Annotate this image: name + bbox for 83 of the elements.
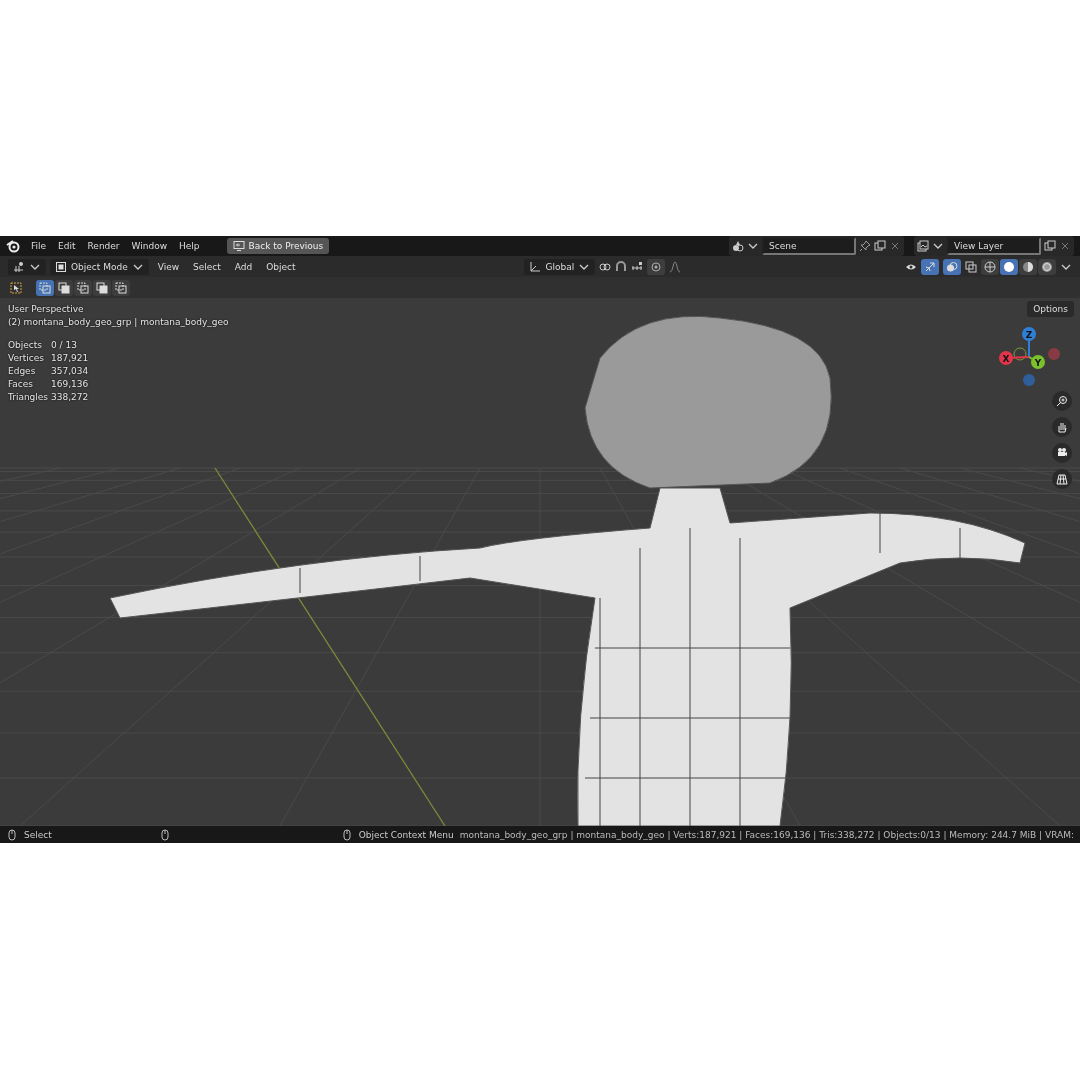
screen-icon	[232, 240, 245, 252]
overlay-toggle[interactable]	[943, 258, 961, 275]
shading-material-button[interactable]	[1019, 258, 1037, 275]
selection-mode-button[interactable]	[112, 279, 130, 296]
falloff-curve-icon[interactable]	[669, 260, 682, 273]
shading-wireframe-button[interactable]	[981, 258, 999, 275]
duplicate-icon[interactable]	[874, 240, 886, 252]
globe-icon	[984, 260, 996, 273]
scene-statistics: montana_body_geo_grp | montana_body_geo | Verts:187,921 | Faces:169,136 | Tris:338,272 | Objects:0/13 | Memory: 244.7 MiB | VRAM:	[459, 829, 1074, 840]
name-field[interactable]: View Layer	[947, 237, 1041, 255]
nav-button[interactable]	[1052, 469, 1072, 489]
squares-icon	[39, 281, 51, 294]
selection-mode-button[interactable]	[55, 279, 73, 296]
stat-value: 357,034	[51, 366, 90, 376]
menu-item[interactable]: Select	[188, 259, 226, 274]
menu-item[interactable]: Help	[174, 239, 205, 253]
object-name: (2) montana_body_geo_grp | montana_body_geo	[8, 317, 229, 327]
dot-circle-icon	[650, 260, 663, 273]
status-hint: Select	[24, 829, 53, 840]
nav-button[interactable]	[1052, 391, 1072, 411]
name-field[interactable]: Scene	[762, 237, 856, 255]
app-logo-icon[interactable]	[6, 239, 20, 253]
select-tool-icon[interactable]	[10, 281, 22, 294]
stat-label: Vertices	[8, 353, 45, 363]
stat-value: 0 / 13	[51, 340, 78, 350]
sphere-icon	[1041, 260, 1053, 273]
stat-label: Objects	[8, 340, 43, 350]
squares-icon	[96, 281, 108, 294]
camera-icon	[1056, 447, 1068, 459]
sphere-icon	[1003, 260, 1015, 273]
zoom-icon	[1056, 395, 1068, 407]
arrows-icon	[924, 260, 936, 273]
magnet-icon[interactable]	[615, 260, 628, 273]
menu-item[interactable]: Render	[82, 239, 125, 253]
back-button[interactable]: Back to Previous	[226, 238, 330, 254]
squares-icon	[115, 281, 127, 294]
stat-value: 187,921	[51, 353, 90, 363]
stat-label: Triangles	[8, 392, 50, 402]
menu-item[interactable]: View	[152, 259, 185, 274]
selection-mode-button[interactable]	[36, 279, 54, 296]
close-icon[interactable]	[889, 240, 901, 252]
squares-icon	[77, 281, 89, 294]
selection-mode-button[interactable]	[93, 279, 111, 296]
proportional-edit-button[interactable]	[647, 258, 666, 275]
squares-icon	[58, 281, 70, 294]
scene-icon[interactable]	[732, 240, 744, 252]
view-title: User Perspective	[8, 304, 85, 314]
selection-mode-button[interactable]	[74, 279, 92, 296]
axis-label: Y	[1034, 357, 1042, 368]
orientation-dropdown[interactable]: Global	[524, 258, 596, 275]
menu-item[interactable]: Object	[261, 259, 301, 274]
shading-solid-button[interactable]	[1000, 258, 1018, 275]
axis-label: X	[1002, 353, 1010, 364]
mouse-right-icon	[340, 828, 353, 841]
mode-dropdown[interactable]: Object Mode	[50, 258, 149, 275]
overlap-circles-icon	[946, 260, 958, 273]
sphere-icon	[1022, 260, 1034, 273]
editor-type-button[interactable]	[8, 258, 46, 275]
options-dropdown[interactable]: Options	[1027, 301, 1074, 317]
axis-gizmo[interactable]: Z X Y	[998, 326, 1060, 388]
shading-rendered-button[interactable]	[1038, 258, 1056, 275]
stat-value: 338,272	[51, 392, 90, 402]
menu-item[interactable]: Window	[126, 239, 173, 253]
mouse-middle-icon	[158, 828, 171, 841]
square-icon	[55, 260, 67, 273]
snap-grid-icon[interactable]	[631, 260, 644, 273]
grid-icon	[1056, 473, 1068, 485]
duplicate-icon[interactable]	[1044, 240, 1056, 252]
status-hint: Object Context Menu	[358, 829, 454, 840]
mouse-left-icon	[6, 828, 18, 841]
stat-label: Faces	[8, 379, 35, 389]
xray-icon[interactable]	[965, 260, 977, 273]
axis-label: Z	[1025, 329, 1033, 340]
menu-item[interactable]: Edit	[53, 239, 81, 253]
gizmo-toggle[interactable]	[921, 258, 939, 275]
pin-icon[interactable]	[859, 240, 871, 252]
nav-button[interactable]	[1052, 443, 1072, 463]
stat-label: Edges	[8, 366, 37, 376]
close-icon[interactable]	[1059, 240, 1071, 252]
layers-icon[interactable]	[917, 240, 929, 252]
menu-item[interactable]: File	[26, 239, 52, 253]
menu-item[interactable]: Add	[229, 259, 258, 274]
stat-value: 169,136	[51, 379, 90, 389]
